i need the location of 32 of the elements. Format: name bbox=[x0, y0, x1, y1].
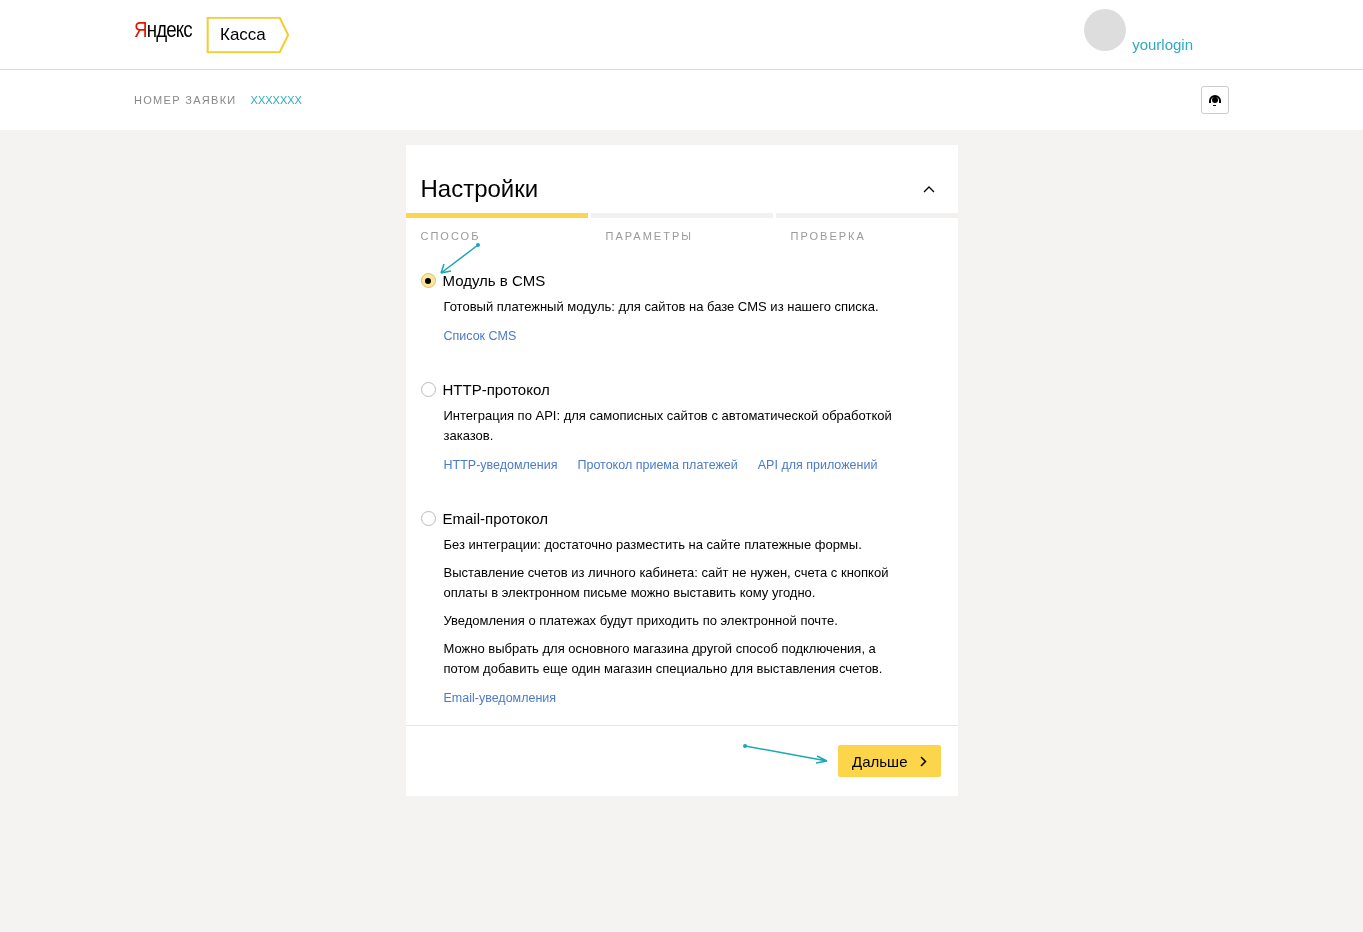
option-label[interactable]: Email-протокол bbox=[420, 510, 943, 527]
annotation-arrow bbox=[437, 243, 482, 277]
doc-link[interactable]: API для приложений bbox=[757, 458, 878, 472]
step-label: СПОСОБ bbox=[419, 229, 482, 242]
option-description: Можно выбрать для основного магазина другой способ подключения, а потом добавить еще один магазин специально для выставления счетов. bbox=[443, 640, 884, 678]
step-label: ПАРАМЕТРЫ bbox=[604, 229, 694, 242]
login-link[interactable]: yourlogin bbox=[1132, 36, 1193, 53]
chevron-right-icon bbox=[919, 755, 927, 767]
option-description: Без интеграции: достаточно разместить на сайте платежные формы. bbox=[443, 536, 863, 554]
option-label[interactable]: HTTP-протокол bbox=[420, 381, 943, 398]
doc-link[interactable]: Email-уведомления bbox=[443, 691, 557, 705]
doc-link[interactable]: HTTP-уведомления bbox=[443, 458, 558, 472]
option-description: Выставление счетов из личного кабинета: сайт не нужен, счета с кнопкой оплаты в электронном письме можно выставить кому угодно. bbox=[443, 564, 890, 602]
next-button[interactable]: Дальше bbox=[838, 745, 941, 777]
doc-link[interactable]: Список CMS bbox=[443, 329, 517, 343]
radio-button[interactable] bbox=[420, 511, 436, 526]
product-label: Касса bbox=[206, 16, 290, 53]
radio-button[interactable] bbox=[420, 382, 436, 397]
card-title: Настройки bbox=[420, 175, 539, 203]
radio-button[interactable] bbox=[420, 273, 436, 288]
headset-icon bbox=[1207, 92, 1223, 108]
logo[interactable]: Яндекс bbox=[134, 16, 192, 53]
step-label: ПРОВЕРКА bbox=[789, 229, 867, 242]
chevron-icon bbox=[922, 185, 935, 193]
application-number-label: НОМЕР ЗАЯВКИ bbox=[134, 94, 237, 106]
support-button[interactable] bbox=[1201, 86, 1229, 114]
option-description: Уведомления о платежах будут приходить по электронной почте. bbox=[443, 612, 839, 630]
option-description: Готовый платежный модуль: для сайтов на базе CMS из нашего списка. bbox=[443, 298, 880, 316]
option-label[interactable]: Модуль в CMS bbox=[420, 272, 943, 289]
option-description: Интеграция по API: для самописных сайтов с автоматической обработкой заказов. bbox=[443, 407, 893, 445]
application-number-link[interactable]: XXXXXXX bbox=[250, 94, 302, 106]
doc-link[interactable]: Протокол приема платежей bbox=[577, 458, 738, 472]
